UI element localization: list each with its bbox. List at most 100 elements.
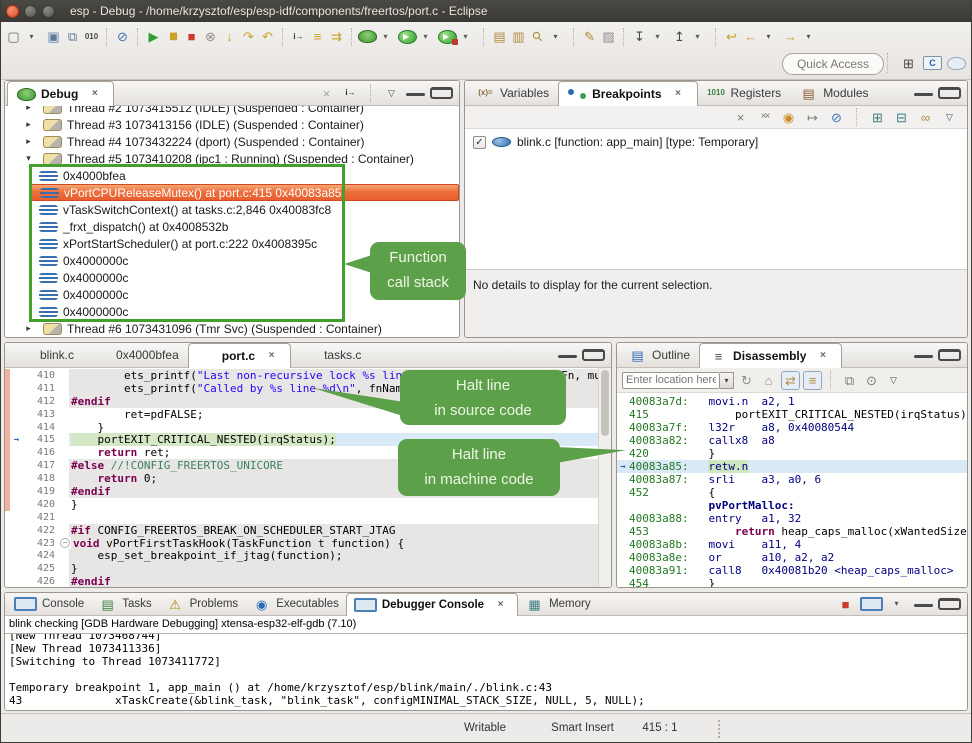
dropdown-arrow-icon[interactable]: ▾: [376, 27, 395, 46]
disconnect-icon[interactable]: ⊗: [201, 27, 220, 46]
breakpoint-row[interactable]: ✓blink.c [function: app_main] [type: Tem…: [473, 133, 967, 151]
debug-thread-row[interactable]: ▸Thread #3 1073413156 (IDLE) (Suspended …: [5, 116, 459, 133]
dropdown-arrow-icon[interactable]: ▾: [759, 27, 778, 46]
close-icon[interactable]: ×: [491, 596, 510, 615]
breakpoint-types-icon[interactable]: ◉: [779, 108, 798, 127]
tab-executables[interactable]: ◉Executables: [245, 593, 346, 615]
skip-all-breakpoints-icon[interactable]: ⊘: [827, 108, 846, 127]
debug-perspective-icon[interactable]: [947, 57, 966, 70]
minimize-icon[interactable]: [406, 93, 425, 96]
dropdown-arrow-icon[interactable]: ▾: [416, 27, 435, 46]
open-type-icon[interactable]: ▤: [490, 27, 509, 46]
debug-thread-row[interactable]: ▸Thread #4 1073432224 (dport) (Suspended…: [5, 133, 459, 150]
show-source-icon[interactable]: ≡: [803, 371, 822, 390]
save-all-icon[interactable]: ⧉: [63, 27, 82, 46]
stack-frame-row[interactable]: _frxt_dispatch() at 0x4008532b: [5, 218, 459, 235]
disassembly-listing[interactable]: 40083a7d: movi.n a2, 1415 portEXIT_CRITI…: [617, 393, 967, 587]
debug-launch-icon[interactable]: [358, 30, 377, 43]
tab-variables[interactable]: (x)=Variables: [467, 81, 558, 105]
dropdown-arrow-icon[interactable]: ▾: [799, 27, 818, 46]
maximize-icon[interactable]: [938, 598, 961, 610]
remove-all-breakpoints-icon[interactable]: ××: [755, 108, 774, 127]
new-wizard-icon[interactable]: ▢: [4, 27, 23, 46]
tab-modules[interactable]: ▤Modules: [790, 81, 877, 105]
breakpoints-list[interactable]: ✓blink.c [function: app_main] [type: Tem…: [465, 129, 967, 269]
pin-view-icon[interactable]: ⊙: [862, 371, 881, 390]
instruction-mode-icon[interactable]: ≡: [308, 27, 327, 46]
remove-breakpoint-icon[interactable]: ×: [731, 108, 750, 127]
debug-thread-row[interactable]: ▸Thread #6 1073431096 (Tmr Svc) (Suspend…: [5, 320, 459, 337]
tab-console[interactable]: Console: [7, 593, 91, 615]
window-close-button[interactable]: [6, 5, 19, 18]
tab-port-c[interactable]: port.c×: [188, 343, 291, 368]
skip-all-breakpoints-icon[interactable]: ⊘: [113, 27, 132, 46]
instruction-step-icon[interactable]: i→: [341, 84, 360, 103]
close-icon[interactable]: ×: [813, 347, 832, 366]
forward-icon[interactable]: →: [781, 27, 800, 46]
previous-annotation-icon[interactable]: ↥: [670, 27, 689, 46]
tab-debugger-console[interactable]: Debugger Console×: [346, 593, 518, 616]
display-console-icon[interactable]: [860, 597, 883, 611]
tab-registers[interactable]: 1010Registers: [698, 81, 791, 105]
refresh-icon[interactable]: ↻: [737, 371, 756, 390]
console-output[interactable]: [New Thread 1073468744][New Thread 10734…: [5, 633, 967, 710]
stack-frame-row[interactable]: vTaskSwitchContext() at tasks.c:2,846 0x…: [5, 201, 459, 218]
instruction-step-icon[interactable]: i→: [289, 27, 308, 46]
save-icon[interactable]: ▣: [44, 27, 63, 46]
maximize-icon[interactable]: [938, 349, 961, 361]
track-pc-icon[interactable]: ⇄: [781, 371, 800, 390]
editor-scrollbar[interactable]: [598, 368, 611, 587]
suspend-icon[interactable]: ▮▮: [163, 27, 182, 46]
tab-disassembly[interactable]: ≡Disassembly×: [699, 343, 842, 368]
minimize-icon[interactable]: [914, 604, 933, 607]
step-filters-icon[interactable]: ⇉: [327, 27, 346, 46]
view-menu-icon[interactable]: ▽: [382, 84, 401, 103]
cpp-perspective-icon[interactable]: C: [923, 56, 942, 70]
twisty-collapsed-icon[interactable]: ▸: [19, 319, 38, 337]
run-launch-icon[interactable]: [398, 30, 417, 44]
open-perspective-icon[interactable]: ⊞: [899, 54, 918, 73]
scrollbar-thumb[interactable]: [601, 370, 609, 436]
dropdown-arrow-icon[interactable]: ▾: [648, 27, 667, 46]
dropdown-arrow-icon[interactable]: ▾: [887, 595, 906, 614]
tab-0x4000bfea[interactable]: 0x4000bfea: [83, 343, 188, 367]
minimize-icon[interactable]: [558, 355, 577, 358]
external-tools-icon[interactable]: [438, 30, 457, 44]
link-with-debug-icon[interactable]: ∞: [916, 108, 935, 127]
step-into-icon[interactable]: ↓: [220, 27, 239, 46]
dropdown-arrow-icon[interactable]: ▾: [22, 27, 41, 46]
view-menu-icon[interactable]: ▽: [940, 108, 959, 127]
tab-breakpoints[interactable]: Breakpoints×: [558, 81, 697, 106]
tab-tasks[interactable]: ▤Tasks: [91, 593, 158, 615]
quick-access-button[interactable]: Quick Access: [782, 53, 884, 75]
close-icon[interactable]: ×: [262, 347, 281, 366]
collapse-all-icon[interactable]: ⊟: [892, 108, 911, 127]
minimize-icon[interactable]: [914, 355, 933, 358]
breakpoint-checkbox[interactable]: ✓: [473, 136, 486, 149]
terminate-icon[interactable]: ■: [836, 595, 855, 614]
tab-debug[interactable]: Debug×: [7, 81, 114, 106]
terminate-icon[interactable]: ■: [182, 27, 201, 46]
last-edit-location-icon[interactable]: ↩: [722, 27, 741, 46]
resume-icon[interactable]: ▶: [144, 27, 163, 46]
minimize-icon[interactable]: [914, 93, 933, 96]
home-icon[interactable]: ⌂: [759, 371, 778, 390]
dropdown-arrow-icon[interactable]: ▾: [688, 27, 707, 46]
mark-occurrences-icon[interactable]: ▨: [599, 27, 618, 46]
pencil-icon[interactable]: ✎: [580, 27, 599, 46]
goto-file-icon[interactable]: ↦: [803, 108, 822, 127]
step-return-icon[interactable]: ↶: [258, 27, 277, 46]
stack-frame-row[interactable]: 0x4000bfea: [5, 167, 459, 184]
maximize-icon[interactable]: [582, 349, 605, 361]
expand-all-icon[interactable]: ⊞: [868, 108, 887, 127]
view-menu-icon[interactable]: ▽: [884, 371, 903, 390]
tab-memory[interactable]: ▦Memory: [518, 593, 598, 615]
window-minimize-button[interactable]: [24, 5, 37, 18]
back-icon[interactable]: ←: [741, 27, 760, 46]
dropdown-arrow-icon[interactable]: ▾: [456, 27, 475, 46]
close-icon[interactable]: ×: [669, 85, 688, 104]
debug-thread-row[interactable]: ▾Thread #5 1073410208 (ipc1 : Running) (…: [5, 150, 459, 167]
tab-tasks-c[interactable]: tasks.c: [291, 343, 370, 367]
remove-terminated-icon[interactable]: ×: [317, 84, 336, 103]
tab-problems[interactable]: ⚠Problems: [159, 593, 246, 615]
